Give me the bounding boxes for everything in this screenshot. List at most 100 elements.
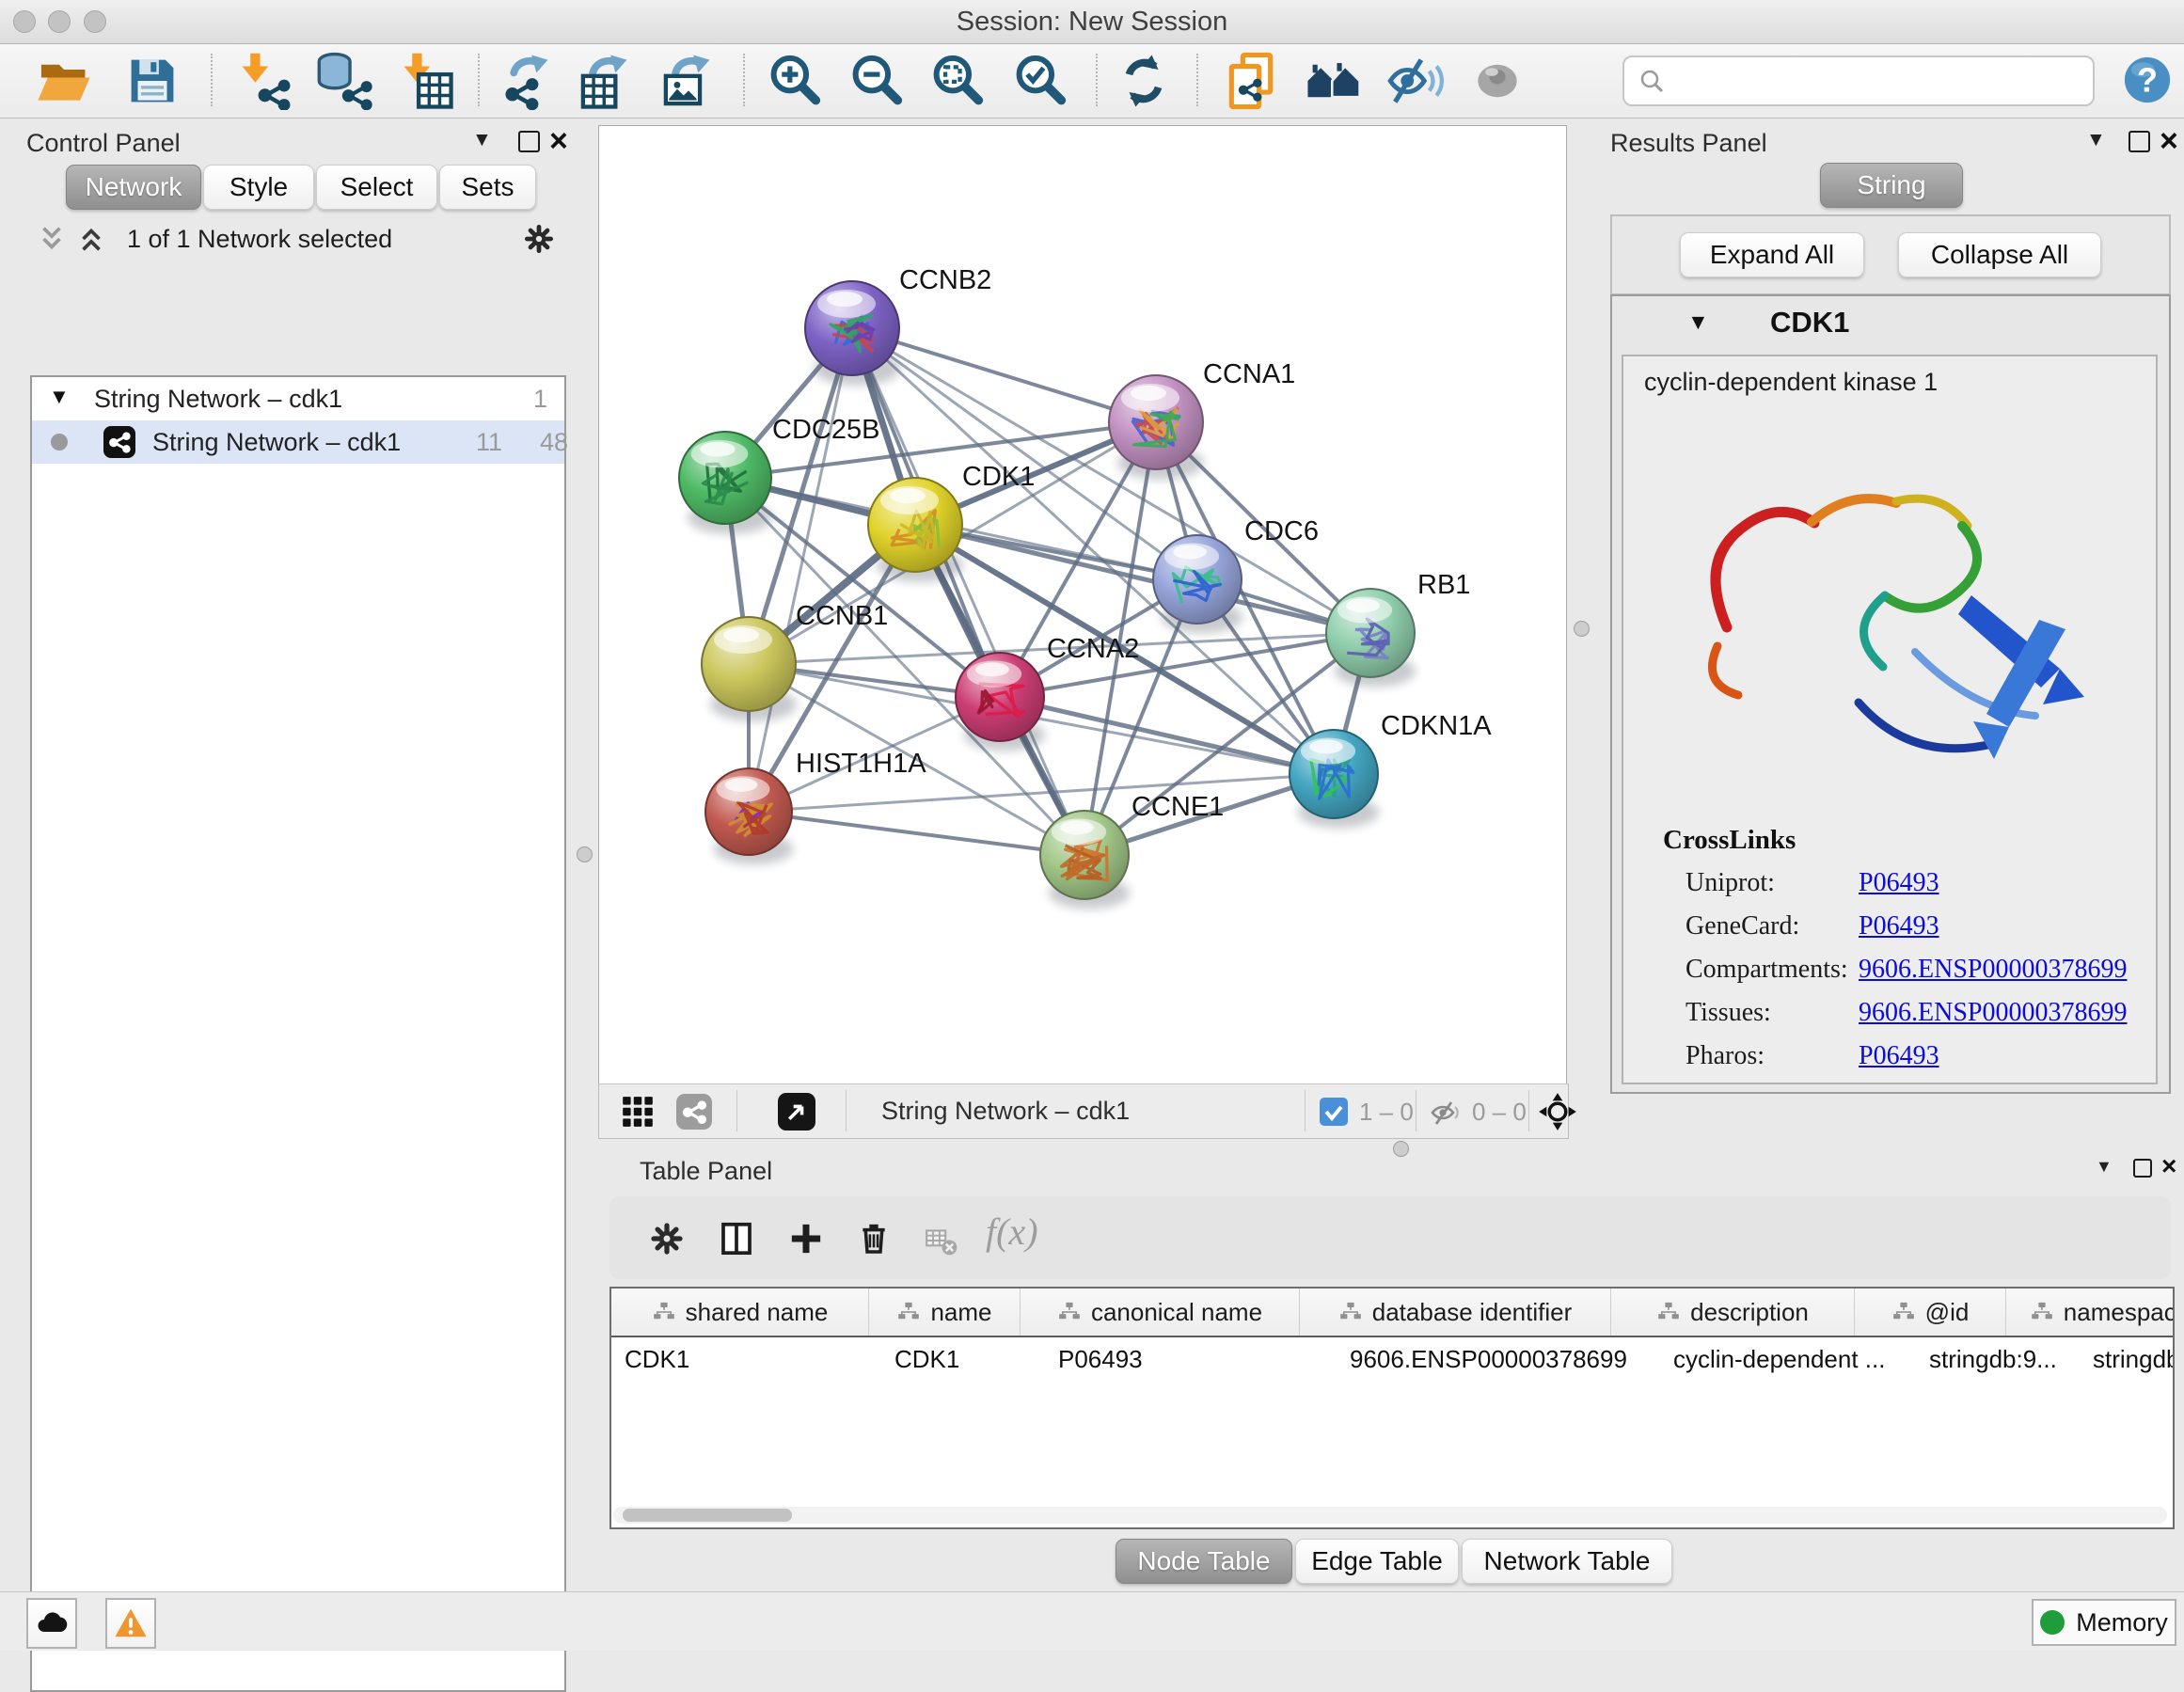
export-image-icon[interactable] <box>659 52 718 110</box>
fit-crosshair-icon[interactable] <box>1538 1092 1577 1131</box>
show-columns-icon[interactable] <box>717 1219 756 1258</box>
network-node-CCNA1[interactable]: CCNA1 <box>1109 359 1295 480</box>
column-header[interactable]: name <box>869 1289 1021 1336</box>
export-table-icon[interactable] <box>577 52 635 110</box>
network-node-CCNE1[interactable]: CCNE1 <box>1040 792 1224 909</box>
create-column-plus-icon[interactable] <box>786 1219 826 1258</box>
show-all-views-houses-icon[interactable] <box>1305 52 1363 110</box>
tab-network-table[interactable]: Network Table <box>1462 1539 1672 1584</box>
hidden-eye-slash-icon[interactable] <box>1429 1096 1463 1130</box>
cloud-button[interactable] <box>26 1598 77 1649</box>
table-settings-gear-icon[interactable] <box>647 1219 687 1258</box>
results-panel-float-icon[interactable] <box>2129 131 2150 152</box>
crosslink-link[interactable]: P06493 <box>1859 868 1939 911</box>
zoom-in-icon[interactable] <box>766 52 824 110</box>
table-panel-close-icon[interactable]: × <box>2161 1157 2176 1176</box>
window-close-icon[interactable] <box>13 10 36 33</box>
export-network-icon[interactable] <box>498 52 556 110</box>
warning-button[interactable] <box>105 1598 156 1649</box>
scrollbar-thumb[interactable] <box>623 1509 792 1522</box>
import-table-file-icon[interactable] <box>396 52 454 110</box>
new-network-from-selection-icon[interactable] <box>1222 52 1280 110</box>
string-share-icon[interactable] <box>676 1094 712 1130</box>
results-panel-menu-icon[interactable]: ▼ <box>2086 129 2106 151</box>
tree-collapse-icon[interactable]: ▼ <box>49 385 70 409</box>
open-session-icon[interactable] <box>35 52 93 110</box>
memory-button[interactable]: Memory <box>2032 1599 2176 1646</box>
import-network-database-icon[interactable] <box>315 52 373 110</box>
open-in-new-window-icon[interactable] <box>778 1093 815 1131</box>
tab-node-table[interactable]: Node Table <box>1116 1539 1292 1584</box>
crosslink-row: GeneCard: P06493 <box>1685 911 2137 955</box>
network-canvas[interactable]: CCNB2CCNA1CDC25BCDK1CDC6RB1CCNB1CCNA2CDK… <box>598 125 1567 1084</box>
crosslink-link[interactable]: 9606.ENSP00000378699 <box>1859 998 2127 1041</box>
results-panel-close-icon[interactable]: × <box>2160 132 2178 150</box>
save-session-icon[interactable] <box>123 52 182 110</box>
column-header[interactable]: database identifier <box>1300 1289 1611 1336</box>
network-edge-CDKN1A-HIST1H1A[interactable] <box>749 774 1334 812</box>
crosslink-link[interactable]: 9606.ENSP00000378699 <box>1859 955 2127 998</box>
network-node-CDKN1A[interactable]: CDKN1A <box>1290 711 1492 828</box>
network-node-CCNB1[interactable]: CCNB1 <box>702 601 888 721</box>
expand-all-button[interactable]: Expand All <box>1680 232 1864 277</box>
tab-select[interactable]: Select <box>316 165 437 210</box>
control-panel-menu-icon[interactable]: ▼ <box>472 129 492 151</box>
gene-description: cyclin-dependent kinase 1 <box>1644 368 1938 397</box>
string-actions-box: Expand All Collapse All <box>1610 214 2171 295</box>
table-row[interactable]: CDK1 CDK1 P06493 9606.ENSP00000378699 cy… <box>611 1337 2173 1381</box>
collapse-all-chevron-icon[interactable] <box>36 223 68 255</box>
tab-style[interactable]: Style <box>203 165 314 210</box>
window-minimize-icon[interactable] <box>48 10 71 33</box>
zoom-selected-icon[interactable] <box>1011 52 1069 110</box>
delete-columns-trash-icon[interactable] <box>854 1219 894 1258</box>
function-builder-icon[interactable]: f(x) <box>986 1210 1038 1254</box>
string-node-section: ▼ CDK1 cyclin-dependent kinase 1 CrossLi… <box>1610 294 2171 1094</box>
hide-selected-eye-slash-icon[interactable] <box>1385 52 1444 110</box>
selected-checkbox-icon[interactable] <box>1320 1098 1348 1126</box>
network-edge-HIST1H1A-CCNE1[interactable] <box>749 812 1084 855</box>
tab-string[interactable]: String <box>1820 163 1963 208</box>
column-header[interactable]: canonical name <box>1021 1289 1300 1336</box>
table-horizontal-scrollbar[interactable] <box>613 1507 2167 1524</box>
table-toolbar: f(x) <box>609 1196 2171 1279</box>
show-selected-eye-icon[interactable] <box>1468 52 1527 110</box>
column-header[interactable]: @id <box>1855 1289 2006 1336</box>
import-network-file-icon[interactable] <box>234 52 293 110</box>
tab-network[interactable]: Network <box>66 165 201 210</box>
crosslink-link[interactable]: P06493 <box>1859 1041 1939 1084</box>
tab-sets[interactable]: Sets <box>439 165 536 210</box>
crosslinks-list: Uniprot: P06493 GeneCard: P06493 Compart… <box>1685 868 2137 1084</box>
tab-edge-table[interactable]: Edge Table <box>1295 1539 1459 1584</box>
zoom-fit-content-icon[interactable] <box>928 52 987 110</box>
search-input[interactable] <box>1677 61 2085 99</box>
control-panel-float-icon[interactable] <box>518 131 540 152</box>
window-zoom-icon[interactable] <box>84 10 106 33</box>
column-header[interactable]: shared name <box>611 1289 869 1336</box>
expand-all-chevron-icon[interactable] <box>75 223 107 255</box>
help-icon[interactable]: ? <box>2121 54 2174 106</box>
delete-table-icon[interactable] <box>924 1223 959 1258</box>
network-edge-CCNB2-HIST1H1A[interactable] <box>749 328 852 812</box>
toolbar-search <box>1622 55 2095 106</box>
left-splitter-handle[interactable] <box>577 846 593 862</box>
network-edge-CCNA2-CDKN1A[interactable] <box>1000 697 1334 774</box>
birdseye-grid-icon[interactable] <box>620 1094 656 1130</box>
crosslink-link[interactable]: P06493 <box>1859 911 1939 955</box>
network-options-gear-icon[interactable] <box>521 221 557 257</box>
table-panel-float-icon[interactable] <box>2133 1159 2152 1178</box>
column-header[interactable]: namespace <box>2006 1289 2175 1336</box>
section-collapse-icon[interactable]: ▼ <box>1687 309 1709 335</box>
right-splitter-handle[interactable] <box>1574 621 1590 637</box>
control-panel-close-icon[interactable]: × <box>549 132 568 150</box>
column-header[interactable]: description <box>1611 1289 1855 1336</box>
network-node-CCNB2[interactable]: CCNB2 <box>805 265 991 386</box>
network-node-RB1[interactable]: RB1 <box>1326 570 1470 687</box>
zoom-out-icon[interactable] <box>847 52 906 110</box>
refresh-view-icon[interactable] <box>1115 52 1173 110</box>
network-tree-root-row[interactable]: ▼ String Network – cdk1 1 <box>32 377 564 420</box>
network-tree-child-row[interactable]: String Network – cdk1 11 48 <box>32 420 564 464</box>
collapse-all-button[interactable]: Collapse All <box>1898 232 2101 277</box>
table-panel-menu-icon[interactable]: ▼ <box>2096 1157 2113 1177</box>
network-node-CDK1[interactable]: CDK1 <box>868 462 1035 582</box>
network-node-CDC25B[interactable]: CDC25B <box>679 415 879 534</box>
